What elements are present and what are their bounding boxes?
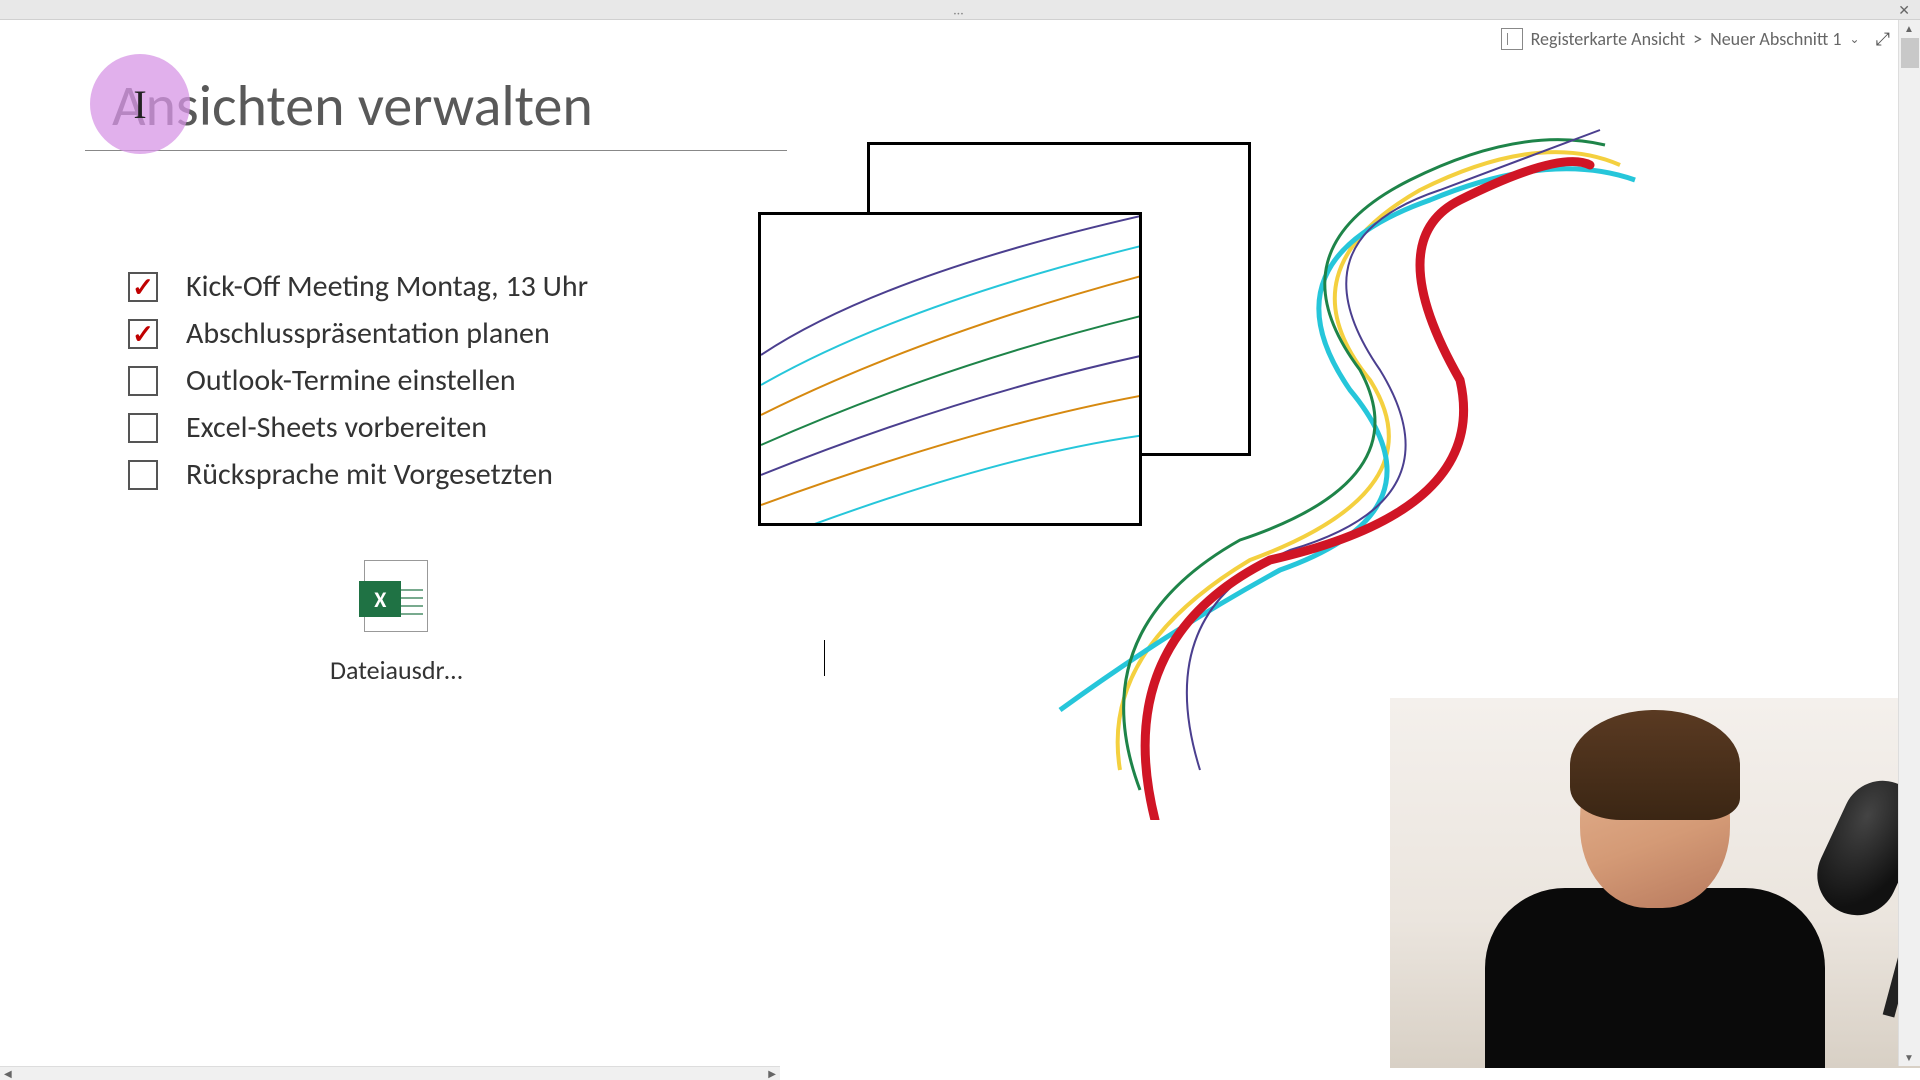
- checkbox[interactable]: [128, 413, 158, 443]
- breadcrumb-segment-1[interactable]: Registerkarte Ansicht: [1531, 28, 1686, 50]
- close-icon[interactable]: ✕: [1898, 2, 1910, 19]
- scroll-down-arrow-icon[interactable]: ▼: [1904, 1051, 1914, 1064]
- fullscreen-icon[interactable]: ⤢: [1876, 28, 1890, 50]
- window-titlebar: … ✕: [0, 0, 1920, 20]
- scroll-left-arrow-icon[interactable]: ◀: [4, 1067, 12, 1080]
- scrollbar-thumb[interactable]: [1901, 38, 1919, 68]
- breadcrumb: Registerkarte Ansicht > Neuer Abschnitt …: [1501, 28, 1890, 50]
- ink-sketch-icon: [761, 215, 1142, 526]
- list-item: ✓ Kick-Off Meeting Montag, 13 Uhr: [128, 268, 588, 305]
- titlebar-ellipsis-icon[interactable]: …: [954, 1, 967, 18]
- text-cursor-icon: I: [133, 81, 146, 128]
- list-item: ✓ Abschlusspräsentation planen: [128, 315, 588, 352]
- chevron-down-icon[interactable]: ⌄: [1850, 32, 1860, 47]
- scroll-up-arrow-icon[interactable]: ▲: [1904, 22, 1914, 35]
- list-item-label[interactable]: Kick-Off Meeting Montag, 13 Uhr: [186, 268, 588, 305]
- checkbox[interactable]: [128, 460, 158, 490]
- presenter-figure: [1485, 728, 1825, 1068]
- excel-file-icon: X: [364, 560, 428, 632]
- file-attachment[interactable]: X Dateiausdr…: [330, 560, 463, 686]
- list-item: Excel-Sheets vorbereiten: [128, 409, 588, 446]
- todo-checklist: ✓ Kick-Off Meeting Montag, 13 Uhr ✓ Absc…: [128, 268, 588, 503]
- webcam-overlay: [1390, 698, 1920, 1068]
- title-underline: [85, 150, 787, 151]
- drawing-rectangle-front[interactable]: [758, 212, 1142, 526]
- checkmark-icon: ✓: [132, 271, 154, 303]
- breadcrumb-segment-2[interactable]: Neuer Abschnitt 1: [1710, 28, 1841, 50]
- navigation-pane-icon[interactable]: [1501, 28, 1523, 50]
- list-item-label[interactable]: Excel-Sheets vorbereiten: [186, 409, 487, 446]
- checkmark-icon: ✓: [132, 318, 154, 350]
- checkbox[interactable]: ✓: [128, 272, 158, 302]
- scroll-right-arrow-icon[interactable]: ▶: [768, 1067, 776, 1080]
- checkbox[interactable]: [128, 366, 158, 396]
- list-item-label[interactable]: Abschlusspräsentation planen: [186, 315, 550, 352]
- file-attachment-label: Dateiausdr…: [330, 654, 463, 686]
- breadcrumb-separator: >: [1693, 28, 1702, 50]
- list-item-label[interactable]: Outlook-Termine einstellen: [186, 362, 516, 399]
- microphone-icon: [1790, 778, 1910, 978]
- list-item: Outlook-Termine einstellen: [128, 362, 588, 399]
- horizontal-scrollbar[interactable]: ◀ ▶: [0, 1066, 780, 1080]
- list-item: Rücksprache mit Vorgesetzten: [128, 456, 588, 493]
- list-item-label[interactable]: Rücksprache mit Vorgesetzten: [186, 456, 553, 493]
- cursor-highlight: I: [90, 54, 190, 154]
- checkbox[interactable]: ✓: [128, 319, 158, 349]
- vertical-scrollbar[interactable]: ▲ ▼: [1898, 20, 1920, 1066]
- text-caret: [824, 640, 825, 676]
